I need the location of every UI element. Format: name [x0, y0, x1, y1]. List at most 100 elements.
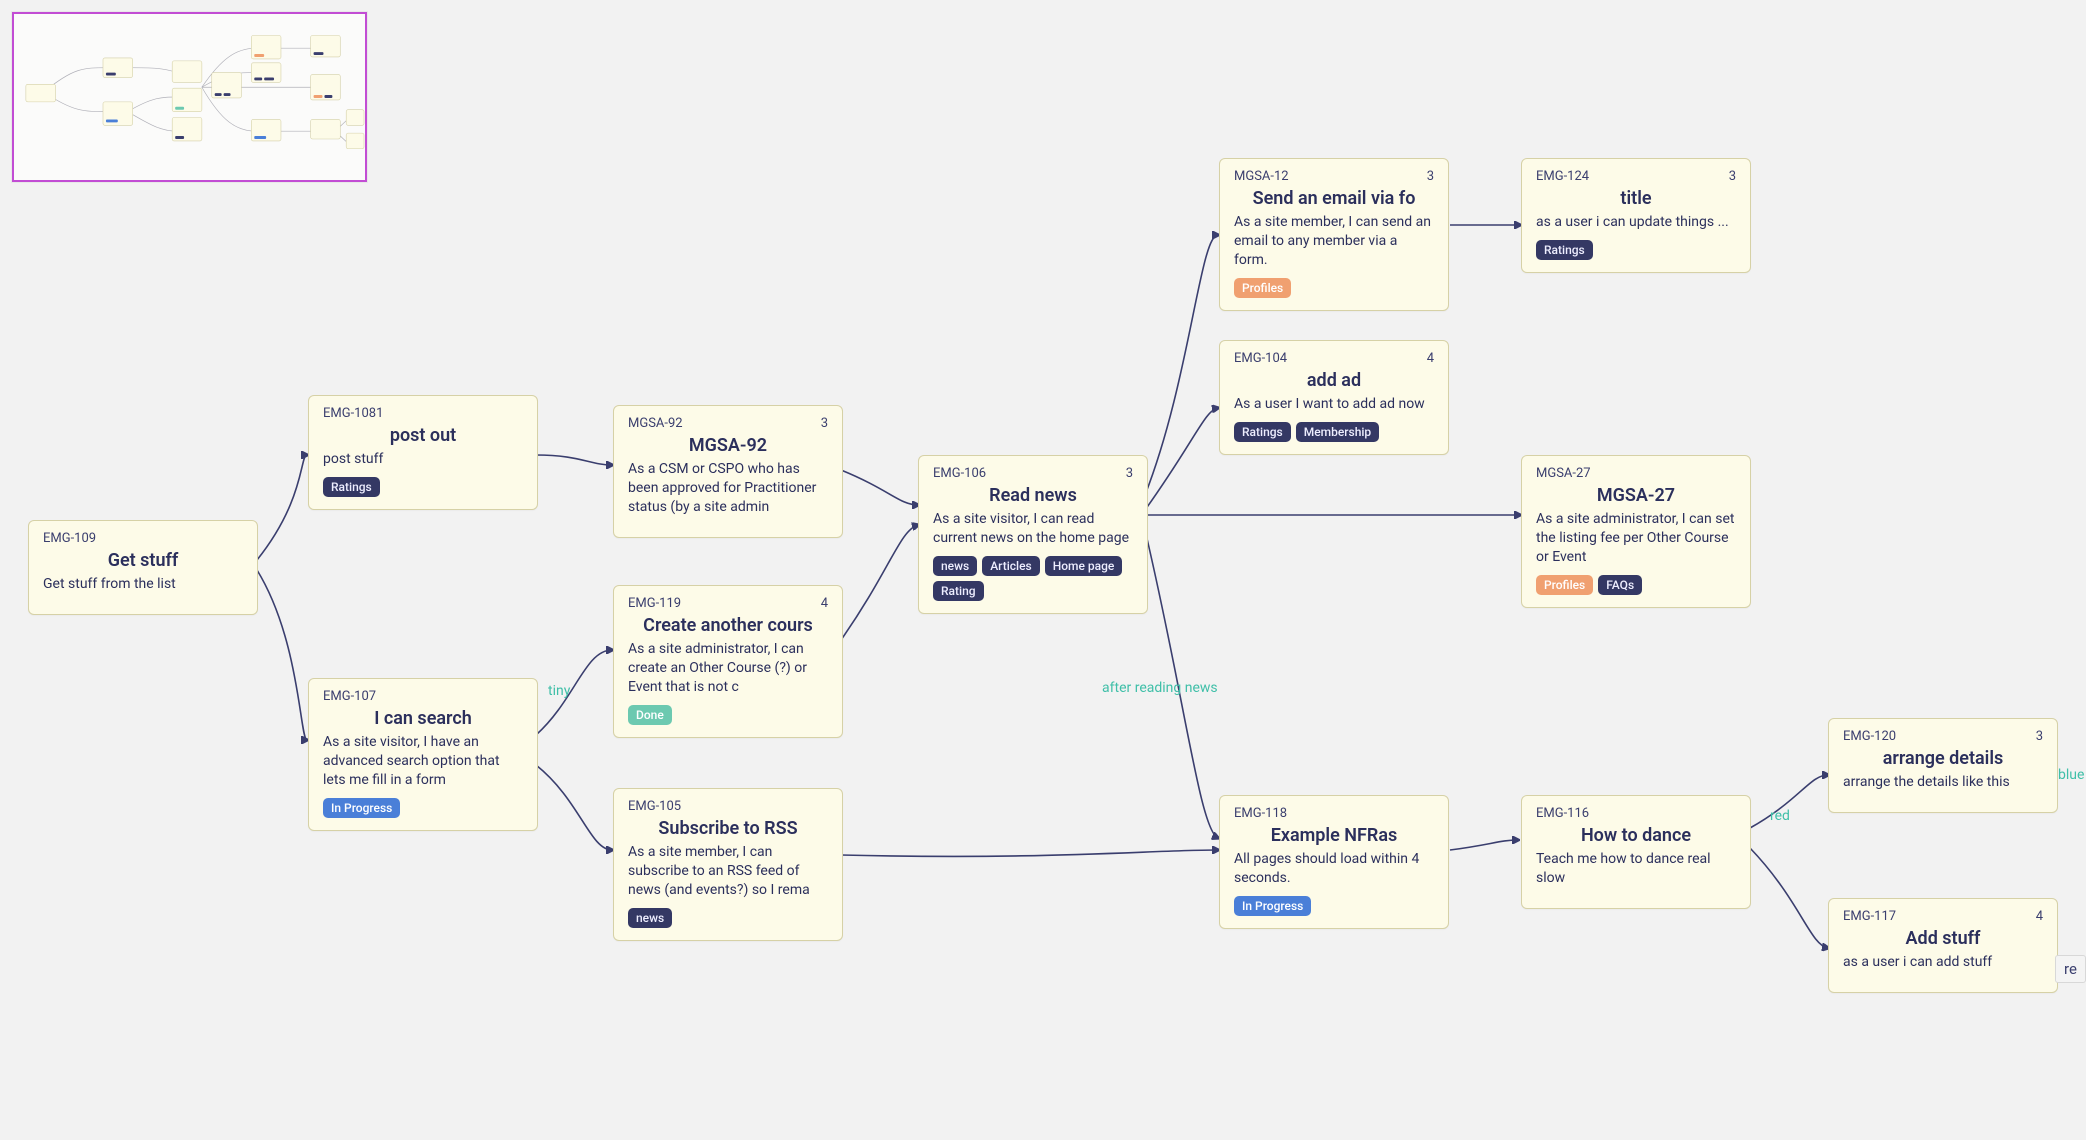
tag: news — [628, 908, 672, 928]
tag: Ratings — [1536, 240, 1593, 260]
tag-row: newsArticles Home page Rating — [933, 556, 1133, 601]
node-title: MGSA-27 — [1536, 485, 1736, 506]
tag-row: Ratings — [323, 477, 523, 497]
node-id: EMG-118 — [1234, 806, 1287, 821]
tag-row: In Progress — [1234, 896, 1434, 916]
node-id: EMG-1081 — [323, 406, 383, 421]
node-points: 3 — [2036, 729, 2043, 744]
tag: Articles — [982, 556, 1039, 576]
node-points: 4 — [1427, 351, 1434, 366]
edge-label-tiny: tiny — [548, 683, 570, 699]
floating-label[interactable]: re — [2055, 955, 2086, 983]
node-points: 4 — [2036, 909, 2043, 924]
tag: Profiles — [1234, 278, 1291, 298]
node-desc: As a site member, I can subscribe to an … — [628, 843, 828, 900]
tag: In Progress — [323, 798, 400, 818]
node-desc: arrange the details like this — [1843, 773, 2043, 792]
node-mgsa-27[interactable]: MGSA-27 MGSA-27 As a site administrator,… — [1521, 455, 1751, 608]
node-desc: post stuff — [323, 450, 523, 469]
node-desc: As a site visitor, I can read current ne… — [933, 510, 1133, 548]
tag: Home page — [1045, 556, 1123, 576]
node-title: Get stuff — [43, 550, 243, 571]
tag: Membership — [1296, 422, 1379, 442]
tag: Ratings — [323, 477, 380, 497]
node-desc: As a site administrator, I can set the l… — [1536, 510, 1736, 567]
node-subscribe-rss[interactable]: EMG-105 Subscribe to RSS As a site membe… — [613, 788, 843, 941]
node-create-another-course[interactable]: EMG-119 4 Create another cours As a site… — [613, 585, 843, 738]
tag: FAQs — [1598, 575, 1642, 595]
node-get-stuff[interactable]: EMG-109 Get stuff Get stuff from the lis… — [28, 520, 258, 615]
node-id: EMG-104 — [1234, 351, 1287, 366]
node-post-out[interactable]: EMG-1081 post out post stuff Ratings — [308, 395, 538, 510]
edge-label-blue: blue — [2058, 767, 2084, 783]
tag: Done — [628, 705, 672, 725]
node-desc: As a site member, I can send an email to… — [1234, 213, 1434, 270]
node-id: EMG-117 — [1843, 909, 1896, 924]
node-title: Send an email via fo — [1234, 188, 1434, 209]
node-title: MGSA-92 — [628, 435, 828, 456]
node-id: EMG-106 — [933, 466, 986, 481]
node-id: EMG-107 — [323, 689, 376, 704]
node-title: add ad — [1234, 370, 1434, 391]
tag-row: news — [628, 908, 828, 928]
node-add-stuff[interactable]: EMG-117 4 Add stuff as a user i can add … — [1828, 898, 2058, 993]
node-send-email[interactable]: MGSA-12 3 Send an email via fo As a site… — [1219, 158, 1449, 311]
node-desc: As a CSM or CSPO who has been approved f… — [628, 460, 828, 517]
node-title: How to dance — [1536, 825, 1736, 846]
node-id: EMG-124 — [1536, 169, 1589, 184]
node-id: EMG-116 — [1536, 806, 1589, 821]
node-title: arrange details — [1843, 748, 2043, 769]
node-id: EMG-119 — [628, 596, 681, 611]
node-title: Create another cours — [628, 615, 828, 636]
node-i-can-search[interactable]: EMG-107 I can search As a site visitor, … — [308, 678, 538, 831]
node-points: 4 — [821, 596, 828, 611]
tag-row: Ratings — [1536, 240, 1736, 260]
tag: Profiles — [1536, 575, 1593, 595]
node-title: Read news — [933, 485, 1133, 506]
tag-row: In Progress — [323, 798, 523, 818]
node-desc: As a user I want to add ad now — [1234, 395, 1434, 414]
node-add-ad[interactable]: EMG-104 4 add ad As a user I want to add… — [1219, 340, 1449, 455]
tag-row: Done — [628, 705, 828, 725]
node-title[interactable]: EMG-124 3 title as a user i can update t… — [1521, 158, 1751, 273]
node-how-to-dance[interactable]: EMG-116 How to dance Teach me how to dan… — [1521, 795, 1751, 909]
tag-row: ProfilesFAQs — [1536, 575, 1736, 595]
node-points: 3 — [1427, 169, 1434, 184]
node-desc: as a user i can update things ... — [1536, 213, 1736, 232]
tag-row: Profiles — [1234, 278, 1434, 298]
node-title: I can search — [323, 708, 523, 729]
node-desc: Teach me how to dance real slow — [1536, 850, 1736, 888]
tag: Ratings — [1234, 422, 1291, 442]
node-desc: All pages should load within 4 seconds. — [1234, 850, 1434, 888]
node-id: MGSA-12 — [1234, 169, 1289, 184]
node-points: 3 — [1729, 169, 1736, 184]
node-points: 3 — [821, 416, 828, 431]
node-desc: As a site visitor, I have an advanced se… — [323, 733, 523, 790]
node-title: Add stuff — [1843, 928, 2043, 949]
node-points: 3 — [1126, 466, 1133, 481]
minimap[interactable] — [12, 12, 367, 182]
node-id: MGSA-92 — [628, 416, 683, 431]
node-read-news[interactable]: EMG-106 3 Read news As a site visitor, I… — [918, 455, 1148, 614]
node-mgsa-92[interactable]: MGSA-92 3 MGSA-92 As a CSM or CSPO who h… — [613, 405, 843, 538]
tag: In Progress — [1234, 896, 1311, 916]
node-title: title — [1536, 188, 1736, 209]
tag: Rating — [933, 581, 984, 601]
tag: news — [933, 556, 977, 576]
node-id: MGSA-27 — [1536, 466, 1591, 481]
tag-row: RatingsMembership — [1234, 422, 1434, 442]
edge-label-red: red — [1770, 808, 1790, 824]
node-title: Subscribe to RSS — [628, 818, 828, 839]
node-title: post out — [323, 425, 523, 446]
node-id: EMG-120 — [1843, 729, 1896, 744]
diagram-canvas[interactable]: tiny after reading news red blue EMG-109… — [0, 0, 2086, 1140]
node-title: Example NFRas — [1234, 825, 1434, 846]
edge-label-after: after reading news — [1102, 680, 1218, 696]
node-id: EMG-109 — [43, 531, 96, 546]
node-arrange-details[interactable]: EMG-120 3 arrange details arrange the de… — [1828, 718, 2058, 813]
node-desc: As a site administrator, I can create an… — [628, 640, 828, 697]
node-desc: as a user i can add stuff — [1843, 953, 2043, 972]
node-id: EMG-105 — [628, 799, 681, 814]
node-example-nfras[interactable]: EMG-118 Example NFRas All pages should l… — [1219, 795, 1449, 929]
node-desc: Get stuff from the list — [43, 575, 243, 594]
